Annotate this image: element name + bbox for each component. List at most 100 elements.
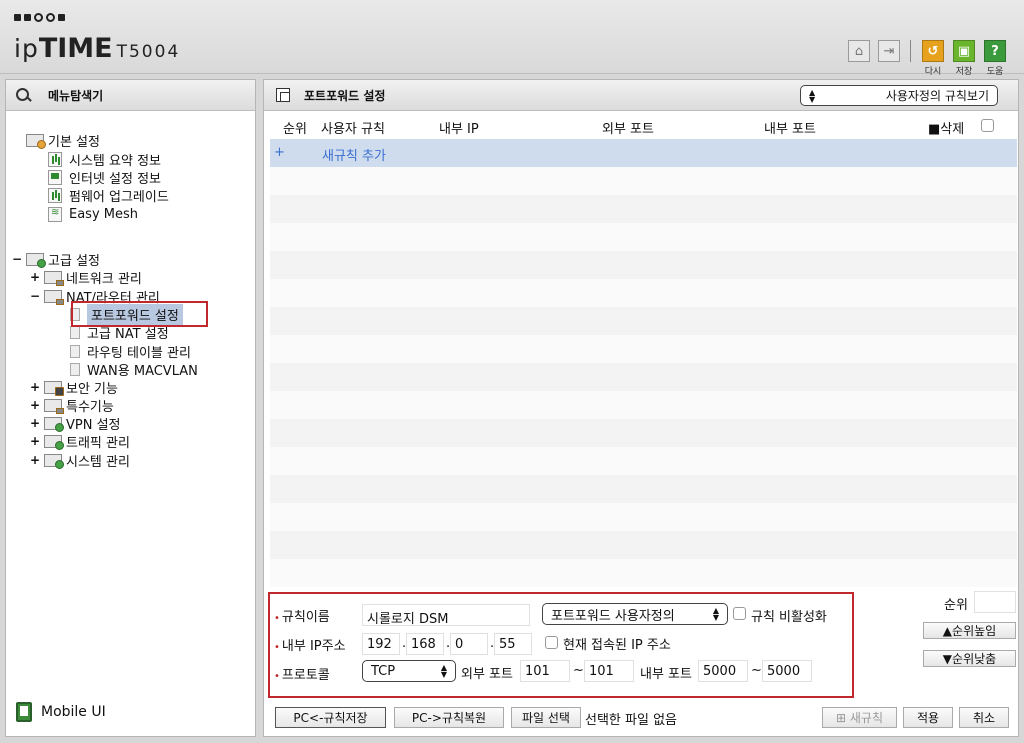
folder-icon [26,252,46,268]
expand-toggle[interactable]: + [30,453,40,467]
system-folder-icon [44,453,64,469]
col-order: 순위 [283,122,307,137]
tree-special[interactable]: + 특수기능 [30,396,114,415]
tree-basic-settings[interactable]: 기본 설정 [26,131,100,150]
select-arrows-icon: ▲ ▼ [440,663,447,679]
toolbar-divider [910,40,911,62]
mobile-icon [16,702,32,722]
cancel-button[interactable]: 취소 [959,707,1009,728]
internal-ip-label: • 내부 IP주소 [274,639,346,654]
menu-explorer-title: 메뉴탐색기 [48,88,104,103]
apply-button[interactable]: 적용 [903,707,953,728]
external-port-to[interactable]: 101 [584,660,634,682]
table-row [270,447,1017,475]
tree-item-internet-info[interactable]: 인터넷 설정 정보 [48,168,161,187]
menu-explorer-header: 메뉴탐색기 [6,80,255,111]
collapse-toggle[interactable]: − [30,289,40,303]
logout-icon[interactable]: ⇥ [878,40,900,62]
external-port-label: 외부 포트 [461,667,513,682]
tree-item-easy-mesh[interactable]: Easy Mesh [48,205,138,223]
ip-octet-2[interactable]: 168 [406,633,444,655]
tree-item-routing-table[interactable]: 라우팅 테이블 관리 [70,342,191,361]
protocol-select[interactable]: TCP ▲ ▼ [362,660,456,682]
tree-traffic[interactable]: + 트래픽 관리 [30,432,130,451]
pc-save-rules-button[interactable]: PC<-규칙저장 [275,707,386,728]
brand-dots-icon [14,13,65,22]
table-row [270,335,1017,363]
menu-explorer-panel: 메뉴탐색기 기본 설정 시스템 요약 정보 인터넷 설정 정보 펌웨어 업그레이… [5,79,256,737]
page-icon [70,362,80,376]
order-input[interactable] [974,591,1016,613]
mobile-ui-link[interactable]: Mobile UI [16,702,106,722]
expand-toggle[interactable]: + [30,434,40,448]
add-rule-link[interactable]: 새규칙 추가 [322,145,386,164]
tree-network-management[interactable]: + 네트워크 관리 [30,268,142,287]
save-icon: ▣ [953,40,975,62]
expand-toggle[interactable]: + [30,270,40,284]
current-ip-checkbox[interactable] [545,636,558,649]
rule-name-input[interactable]: 시롤로지 DSM [362,604,530,626]
mesh-icon [48,206,62,222]
tree-item-system-summary[interactable]: 시스템 요약 정보 [48,150,161,169]
tree-system[interactable]: + 시스템 관리 [30,451,130,470]
delete-all-checkbox[interactable] [981,119,994,132]
file-select-button[interactable]: 파일 선택 [511,707,581,728]
tree-security[interactable]: + 보안 기능 [30,378,118,397]
external-port-from[interactable]: 101 [520,660,570,682]
help-button[interactable]: ? 도움 [984,40,1006,77]
internal-port-to[interactable]: 5000 [762,660,812,682]
order-down-button[interactable]: ▼ 순위낮춤 [923,650,1016,667]
new-rule-button[interactable]: ⊞ 새규칙 [822,707,897,728]
rule-disable-checkbox[interactable] [733,607,746,620]
ip-octet-1[interactable]: 192 [362,633,400,655]
rule-view-select[interactable]: ▲ ▼ 사용자정의 규칙보기 [800,85,998,106]
table-row [270,195,1017,223]
collapse-toggle[interactable]: − [12,252,22,266]
tree-vpn[interactable]: + VPN 설정 [30,414,121,433]
network-folder-icon [44,270,64,286]
internal-port-from[interactable]: 5000 [698,660,748,682]
ip-octet-4[interactable]: 55 [494,633,532,655]
table-row [270,391,1017,419]
col-internal-port: 내부 포트 [764,122,816,137]
page-icon [70,344,80,358]
rule-type-select[interactable]: 포트포워드 사용자정의 ▲ ▼ [542,603,728,625]
table-row [270,307,1017,335]
internal-port-label: 내부 포트 [640,667,692,682]
table-row [270,223,1017,251]
order-up-button[interactable]: ▲ 순위높임 [923,622,1016,639]
tree-item-firmware-upgrade[interactable]: 펌웨어 업그레이드 [48,186,169,205]
col-external-port: 외부 포트 [602,122,654,137]
select-arrows-icon: ▲ ▼ [809,87,816,104]
monitor-icon [48,169,62,185]
expand-toggle[interactable]: + [30,398,40,412]
header-toolbar: ⌂ ⇥ ↺ 다시 ▣ 저장 ? 도움 [840,40,1006,77]
folder-icon [26,133,46,149]
tree-item-wan-macvlan[interactable]: WAN용 MACVLAN [70,360,198,379]
upgrade-icon [48,187,62,203]
tree-advanced-settings[interactable]: − 고급 설정 [12,250,100,269]
plus-icon: + [274,145,285,160]
undo-button[interactable]: ↺ 다시 [922,40,944,77]
panel-header: 포트포워드 설정 ▲ ▼ 사용자정의 규칙보기 [264,80,1018,111]
save-button[interactable]: ▣ 저장 [953,40,975,77]
rules-table: + 새규칙 추가 [270,139,1017,587]
lock-folder-icon [44,380,64,396]
home-icon[interactable]: ⌂ [848,40,870,62]
highlight-box [71,301,208,327]
ip-octet-3[interactable]: 0 [450,633,488,655]
table-header: 순위 사용자 규칙 내부 IP 외부 포트 내부 포트 ■삭제 [264,116,1018,138]
table-row [270,167,1017,195]
table-row [270,251,1017,279]
rule-name-label: • 규칙이름 [274,610,330,625]
expand-toggle[interactable]: + [30,416,40,430]
chart-icon [48,151,62,167]
undo-icon: ↺ [922,40,944,62]
col-rule: 사용자 규칙 [321,122,385,137]
expand-toggle[interactable]: + [30,380,40,394]
pc-restore-rules-button[interactable]: PC->규칙복원 [394,707,504,728]
current-ip-label: 현재 접속된 IP 주소 [563,638,671,653]
add-rule-row[interactable]: + 새규칙 추가 [270,139,1017,167]
protocol-label: • 프로토콜 [274,668,330,683]
app-header: ipTIME T5004 ⌂ ⇥ ↺ 다시 ▣ 저장 ? 도움 [0,0,1024,77]
